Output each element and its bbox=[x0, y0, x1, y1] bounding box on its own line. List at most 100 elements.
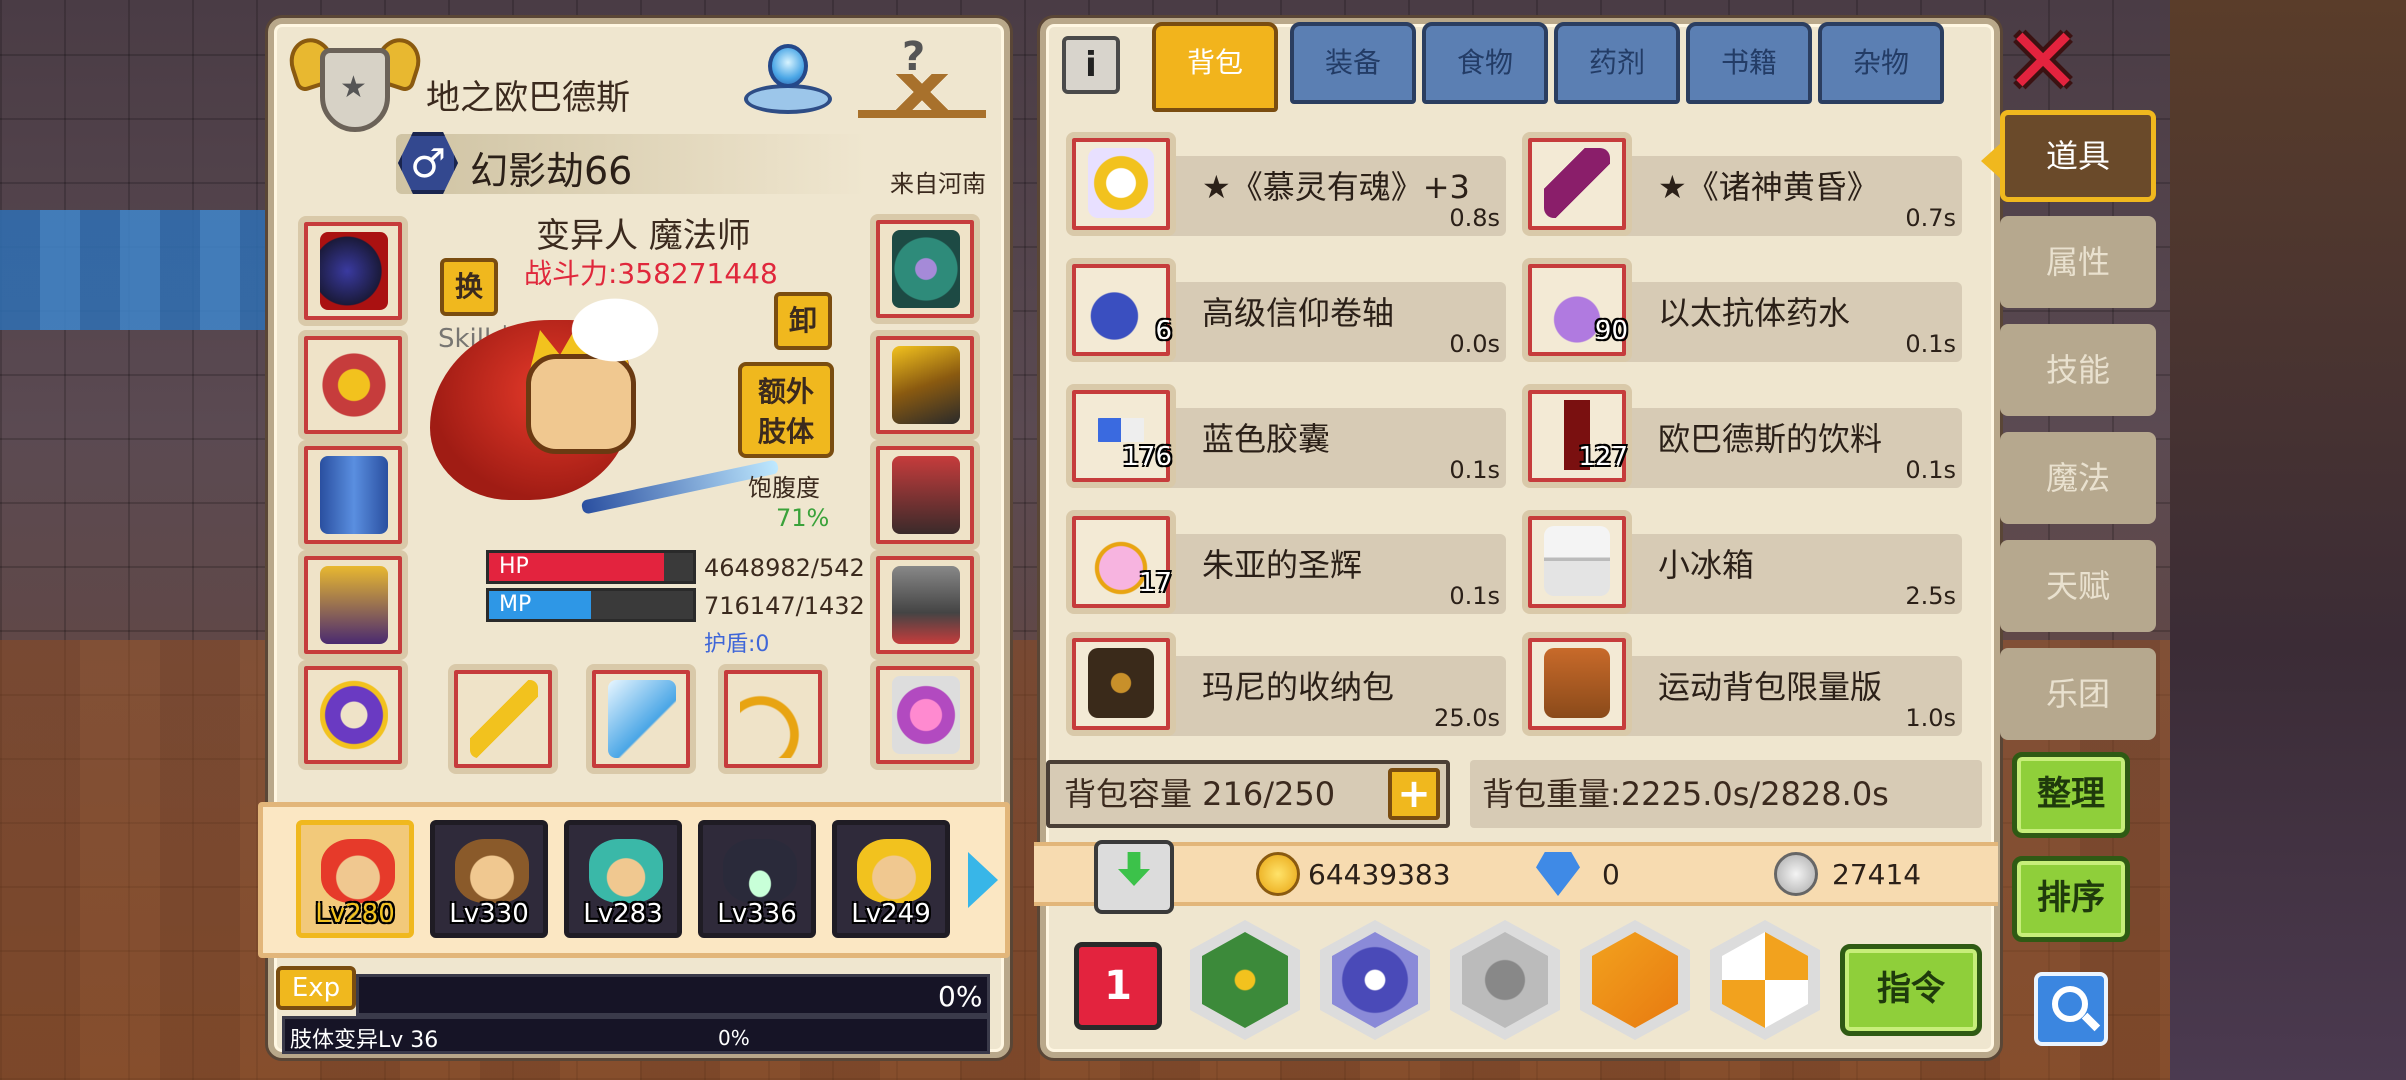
search-button[interactable] bbox=[2034, 972, 2108, 1046]
side-tab-magic[interactable]: 魔法 bbox=[2000, 432, 2156, 524]
tab-equipment[interactable]: 装备 bbox=[1290, 22, 1416, 104]
side-tab-band[interactable]: 乐团 bbox=[2000, 648, 2156, 740]
sort-button[interactable]: 排序 bbox=[2012, 856, 2130, 942]
inventory-item[interactable]: 17 朱亚的圣辉 0.1s bbox=[1066, 506, 1526, 616]
party-member-level: Lv283 bbox=[583, 899, 663, 929]
item-icon-frame bbox=[1522, 258, 1632, 362]
mp-bar: MP bbox=[486, 588, 696, 622]
mp-value: 716147/1432 bbox=[704, 592, 864, 620]
inventory-item[interactable]: 小冰箱 2.5s bbox=[1522, 506, 1982, 616]
tab-bag[interactable]: 背包 bbox=[1152, 22, 1278, 112]
side-tab-talent[interactable]: 天赋 bbox=[2000, 540, 2156, 632]
equip-slot-belt[interactable] bbox=[298, 550, 408, 660]
rank-crest-icon[interactable]: ★ bbox=[283, 30, 427, 140]
crest-star-icon: ★ bbox=[340, 70, 367, 105]
inventory-item[interactable]: ★《诸神黄昏》 0.7s bbox=[1522, 128, 1982, 238]
party-member[interactable]: Lv330 bbox=[430, 820, 548, 938]
equip-slot-bow[interactable] bbox=[718, 664, 828, 774]
mp-label: MP bbox=[499, 592, 532, 617]
inventory-item[interactable]: ★《慕灵有魂》+3 0.8s bbox=[1066, 128, 1526, 238]
equip-slot-boots[interactable] bbox=[870, 550, 980, 660]
party-member[interactable]: Lv283 bbox=[564, 820, 682, 938]
item-cooldown: 0.1s bbox=[1449, 456, 1500, 484]
info-button[interactable]: i bbox=[1062, 36, 1120, 94]
inventory-item[interactable]: 90 以太抗体药水 0.1s bbox=[1522, 254, 1982, 364]
party-avatar bbox=[321, 839, 395, 903]
tab-books[interactable]: 书籍 bbox=[1686, 22, 1812, 104]
item-name: 高级信仰卷轴 bbox=[1202, 294, 1395, 332]
tab-misc[interactable]: 杂物 bbox=[1818, 22, 1944, 104]
extra-limb-button[interactable]: 额外 肢体 bbox=[738, 362, 834, 458]
item-name: 蓝色胶囊 bbox=[1202, 420, 1331, 458]
party-next-arrow-icon[interactable] bbox=[968, 852, 998, 908]
command-button[interactable]: 指令 bbox=[1840, 944, 1982, 1036]
mutation-label: 肢体变异Lv 36 bbox=[290, 1028, 439, 1053]
item-name: 运动背包限量版 bbox=[1658, 668, 1883, 706]
tab-food[interactable]: 食物 bbox=[1422, 22, 1548, 104]
party-avatar bbox=[589, 839, 663, 903]
party-member[interactable]: Lv336 bbox=[698, 820, 816, 938]
blue-robe-icon bbox=[320, 456, 388, 534]
equip-slot-ring[interactable] bbox=[298, 660, 408, 770]
golden-bow-icon bbox=[740, 680, 808, 758]
water-channel bbox=[0, 210, 300, 330]
deposit-storage-button[interactable] bbox=[1094, 840, 1174, 914]
party-member[interactable]: Lv280 bbox=[296, 820, 414, 938]
quickslot-button[interactable]: 1 bbox=[1074, 942, 1162, 1030]
side-tab-skills[interactable]: 技能 bbox=[2000, 324, 2156, 416]
equip-slot-helmet[interactable] bbox=[870, 214, 980, 324]
equip-slot-axe[interactable] bbox=[586, 664, 696, 774]
pet-cloud-icon bbox=[560, 290, 670, 370]
outfit-hanger-icon[interactable]: ? bbox=[852, 34, 992, 128]
item-name: 玛尼的收纳包 bbox=[1202, 668, 1395, 706]
orb-crystal bbox=[768, 44, 808, 88]
equip-slot-accessory[interactable] bbox=[870, 660, 980, 770]
inventory-item[interactable]: 玛尼的收纳包 25.0s bbox=[1066, 628, 1526, 738]
exp-label: Exp bbox=[276, 966, 356, 1010]
organize-button[interactable]: 整理 bbox=[2012, 752, 2130, 838]
close-icon[interactable]: ✕ bbox=[2004, 16, 2082, 108]
item-icon-frame bbox=[1522, 510, 1632, 614]
party-member[interactable]: Lv249 bbox=[832, 820, 950, 938]
dark-sword-icon bbox=[1544, 148, 1610, 218]
equip-slot-staff[interactable] bbox=[448, 664, 558, 774]
equip-slot-amulet[interactable] bbox=[298, 330, 408, 440]
item-icon-frame bbox=[1066, 384, 1176, 488]
inventory-item[interactable]: 6 高级信仰卷轴 0.0s bbox=[1066, 254, 1526, 364]
inventory-item[interactable]: 127 欧巴德斯的饮料 0.1s bbox=[1522, 380, 1982, 490]
heart-charm-icon bbox=[892, 676, 960, 754]
item-name: 朱亚的圣辉 bbox=[1202, 546, 1363, 584]
side-scenery bbox=[2170, 0, 2406, 1080]
equip-slot-chest[interactable] bbox=[870, 440, 980, 550]
player-name: 地之欧巴德斯 bbox=[426, 78, 630, 118]
crossed-swords-icon bbox=[1592, 932, 1678, 1028]
mini-fridge-icon bbox=[1544, 526, 1610, 596]
bag-weight: 背包重量:2225.0s/2828.0s bbox=[1470, 760, 1982, 828]
expand-capacity-button[interactable]: + bbox=[1388, 768, 1440, 820]
item-cooldown: 0.1s bbox=[1449, 582, 1500, 610]
tab-potions[interactable]: 药剂 bbox=[1554, 22, 1680, 104]
item-cooldown: 0.1s bbox=[1905, 330, 1956, 358]
side-tab-attributes[interactable]: 属性 bbox=[2000, 216, 2156, 308]
hp-label: HP bbox=[499, 554, 529, 579]
inventory-item[interactable]: 176 蓝色胶囊 0.1s bbox=[1066, 380, 1526, 490]
amulet-icon bbox=[320, 346, 388, 424]
item-icon-frame bbox=[1066, 510, 1176, 614]
equip-slot-armor[interactable] bbox=[298, 440, 408, 550]
equip-slot-weapon[interactable] bbox=[298, 216, 408, 326]
blue-capsule-icon bbox=[1088, 418, 1154, 442]
player-origin: 来自河南 bbox=[890, 170, 986, 198]
silver-coin-icon bbox=[1774, 852, 1818, 896]
teleport-orb-icon[interactable] bbox=[740, 36, 836, 124]
inventory-item[interactable]: 运动背包限量版 1.0s bbox=[1522, 628, 1982, 738]
unequip-button[interactable]: 卸 bbox=[774, 292, 832, 350]
mutation-percent: 0% bbox=[718, 1026, 750, 1050]
chest-armor-icon bbox=[892, 456, 960, 534]
swap-button[interactable]: 换 bbox=[440, 258, 498, 316]
hp-bar: HP bbox=[486, 550, 696, 584]
item-name: 小冰箱 bbox=[1658, 546, 1755, 584]
player-title[interactable]: 幻影劫66 bbox=[470, 140, 632, 195]
equip-slot-gloves[interactable] bbox=[870, 330, 980, 440]
side-tab-items[interactable]: 道具 bbox=[1981, 110, 2156, 202]
party-member-level: Lv280 bbox=[315, 899, 395, 929]
